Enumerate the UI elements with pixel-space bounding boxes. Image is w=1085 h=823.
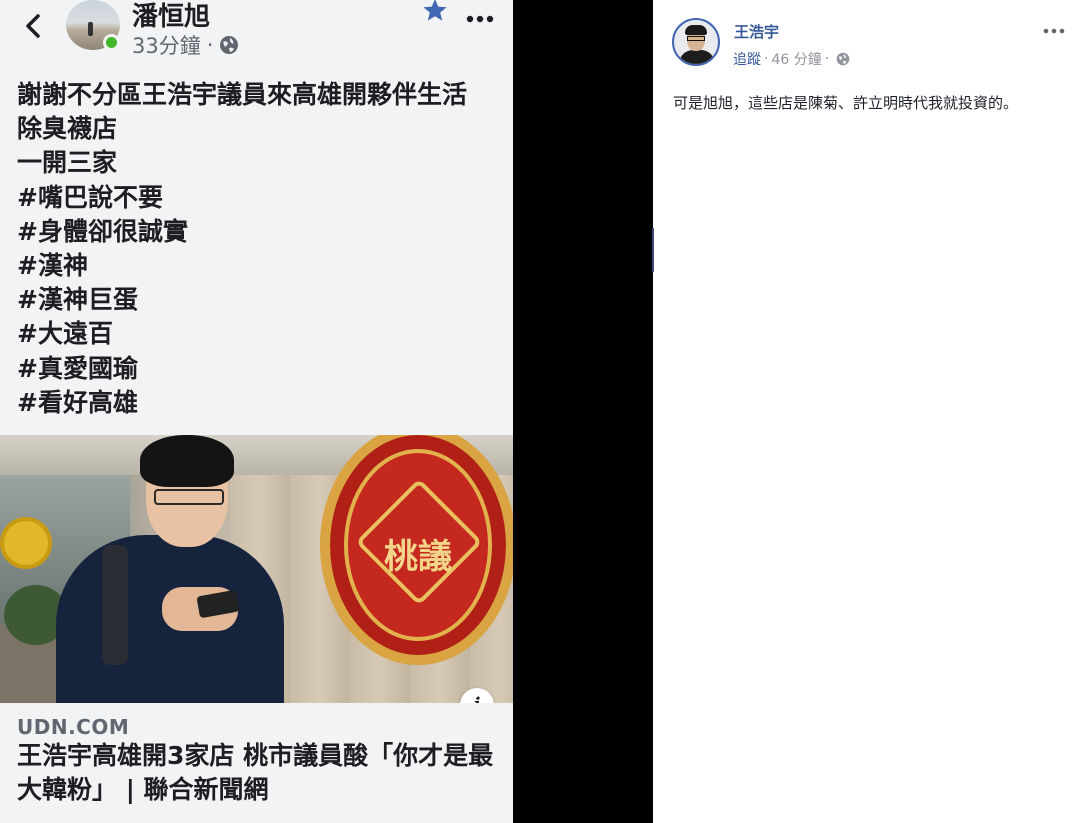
comment-meta: 追蹤 · 46 分鐘 · xyxy=(733,49,850,69)
post-text-line: 一開三家 xyxy=(17,148,118,178)
meta-separator: · xyxy=(824,51,830,67)
more-options-icon[interactable] xyxy=(466,14,494,24)
post-header: 潘恒旭 33分鐘 · xyxy=(0,0,513,72)
more-options-icon[interactable] xyxy=(1043,27,1065,35)
post-body-text: 謝謝不分區王浩宇議員來高雄開夥伴生活 除臭襪店 一開三家 #嘴巴說不要 #身體卻… xyxy=(17,78,507,420)
black-divider xyxy=(513,0,653,823)
post-author-name[interactable]: 潘恒旭 xyxy=(132,0,210,33)
photo-person xyxy=(56,435,284,703)
online-status-dot xyxy=(103,34,120,51)
meta-separator: · xyxy=(764,51,769,67)
mobile-post-panel: 潘恒旭 33分鐘 · 謝謝不分區王浩宇議員來高雄開夥伴生活 除臭襪店 一開三家 … xyxy=(0,0,513,823)
hashtag-link[interactable]: #大遠百 xyxy=(17,317,507,351)
comment-time[interactable]: 46 分鐘 xyxy=(771,49,821,69)
post-time[interactable]: 33分鐘 xyxy=(132,30,201,60)
post-meta: 33分鐘 · xyxy=(132,30,239,60)
commenter-avatar[interactable] xyxy=(672,18,720,66)
back-arrow-icon[interactable] xyxy=(20,12,48,40)
hashtag-link[interactable]: #真愛國瑜 xyxy=(17,352,507,386)
follow-link[interactable]: 追蹤 xyxy=(733,49,761,69)
emblem-text: 桃議 xyxy=(384,537,452,577)
link-title[interactable]: 王浩宇高雄開3家店 桃市議員酸「你才是最大韓粉」 | 聯合新聞網 xyxy=(17,739,502,807)
globe-icon xyxy=(836,52,850,66)
hashtag-link[interactable]: #漢神巨蛋 xyxy=(17,283,507,317)
commenter-name[interactable]: 王浩宇 xyxy=(734,21,779,42)
globe-icon xyxy=(220,36,239,54)
post-text-line: 除臭襪店 xyxy=(17,114,118,144)
photo-small-emblem xyxy=(0,517,52,569)
hashtag-link[interactable]: #嘴巴說不要 xyxy=(17,181,507,215)
link-domain: UDN.COM xyxy=(17,715,130,739)
star-icon[interactable] xyxy=(422,0,448,22)
link-preview-card[interactable]: UDN.COM 王浩宇高雄開3家店 桃市議員酸「你才是最大韓粉」 | 聯合新聞網 xyxy=(0,703,513,823)
hashtag-link[interactable]: #身體卻很誠實 xyxy=(17,215,507,249)
comment-text: 可是旭旭，這些店是陳菊、許立明時代我就投資的。 xyxy=(673,94,1019,112)
desktop-comment-panel: 王浩宇 追蹤 · 46 分鐘 · 可是旭旭，這些店是陳菊、許立明時代我就投資的。 xyxy=(654,0,1085,823)
hashtag-link[interactable]: #看好高雄 xyxy=(17,386,507,420)
hashtag-link[interactable]: #漢神 xyxy=(17,249,507,283)
post-text-line: 謝謝不分區王浩宇議員來高雄開夥伴生活 xyxy=(17,80,468,109)
link-preview-image[interactable]: 桃議 xyxy=(0,435,513,703)
meta-separator: · xyxy=(206,33,214,57)
council-emblem: 桃議 xyxy=(320,435,513,665)
